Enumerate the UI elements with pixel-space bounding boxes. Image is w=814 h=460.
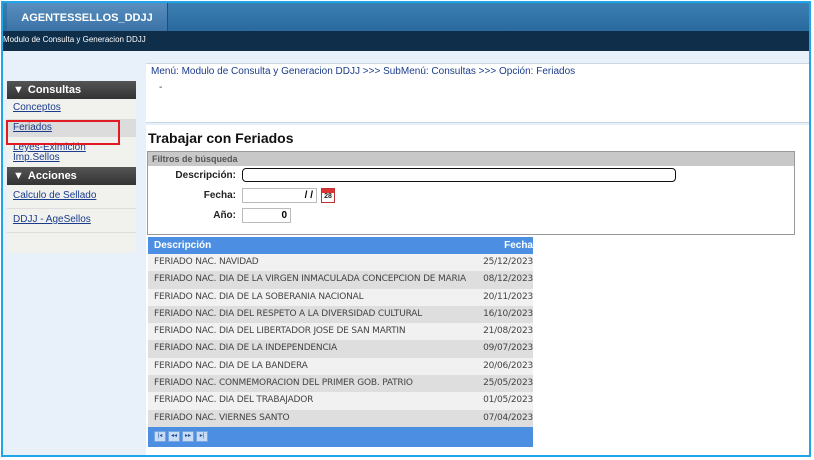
cell-descripcion: FERIADO NAC. DIA DE LA INDEPENDENCIA (154, 343, 337, 354)
next-page-icon[interactable]: ▸▸ (182, 431, 194, 443)
table-row[interactable]: FERIADO NAC. DIA DE LA INDEPENDENCIA 09/0… (148, 340, 533, 358)
cell-descripcion: FERIADO NAC. NAVIDAD (154, 257, 259, 267)
fecha-label: Fecha: (203, 190, 236, 201)
main-area: Menú: Modulo de Consulta y Generacion DD… (146, 63, 809, 455)
app-window: AGENTESSELLOS_DDJJ Modulo de Consulta y … (1, 1, 811, 457)
table-row[interactable]: FERIADO NAC. DIA DE LA BANDERA 20/06/2023 (148, 357, 533, 376)
cell-descripcion: FERIADO NAC. DIA DEL LIBERTADOR JOSE DE … (154, 326, 406, 337)
sidebar-section-title: Consultas (27, 83, 82, 96)
cell-descripcion: FERIADO NAC. DIA DE LA VIRGEN INMACULADA… (154, 274, 466, 285)
column-header-fecha[interactable]: Fecha (474, 237, 533, 254)
previous-page-icon[interactable]: ◂◂ (168, 431, 180, 443)
grid-pager: |◂ ◂◂ ▸▸ ▸| (148, 426, 533, 447)
cell-fecha: 21/08/2023 (483, 326, 533, 337)
sidebar-item-conceptos[interactable]: Conceptos (7, 99, 136, 117)
table-row[interactable]: FERIADO NAC. DIA DEL TRABAJADOR 01/05/202… (148, 392, 533, 410)
grid-header: Descripción Fecha (148, 237, 533, 254)
cell-fecha: 20/11/2023 (483, 291, 533, 302)
cell-fecha: 25/05/2023 (483, 378, 533, 389)
cell-fecha: 16/10/2023 (483, 308, 533, 319)
cell-fecha: 08/12/2023 (483, 274, 533, 285)
feriados-grid: Descripción Fecha FERIADO NAC. NAVIDAD 25… (148, 237, 533, 447)
page-title: Trabajar con Feriados (148, 130, 294, 146)
calendar-icon[interactable]: 28 (321, 188, 335, 203)
anio-label: Año: (213, 210, 236, 221)
cell-fecha: 07/04/2023 (483, 412, 533, 423)
filters-title: Filtros de búsqueda (148, 152, 794, 166)
table-row[interactable]: FERIADO NAC. NAVIDAD 25/12/2023 (148, 254, 533, 272)
cell-descripcion: FERIADO NAC. DIA DE LA BANDERA (154, 360, 308, 371)
cell-fecha: 25/12/2023 (483, 257, 533, 267)
triangle-down-icon: ▼ (13, 83, 24, 96)
cell-descripcion: FERIADO NAC. VIERNES SANTO (154, 412, 290, 423)
cell-descripcion: FERIADO NAC. DIA DEL RESPETO A LA DIVERS… (154, 308, 423, 319)
triangle-down-icon: ▼ (13, 169, 24, 182)
sidebar-section-consultas[interactable]: ▼ Consultas (7, 81, 136, 99)
sidebar: ▼ Consultas Conceptos Feriados Leyes-Exi… (7, 81, 136, 253)
table-row[interactable]: FERIADO NAC. DIA DEL RESPETO A LA DIVERS… (148, 305, 533, 324)
first-page-icon[interactable]: |◂ (154, 431, 166, 443)
cell-fecha: 20/06/2023 (483, 360, 533, 371)
table-row[interactable]: FERIADO NAC. DIA DEL LIBERTADOR JOSE DE … (148, 323, 533, 341)
table-row[interactable]: FERIADO NAC. VIERNES SANTO 07/04/2023 (148, 409, 533, 427)
content-panel: Trabajar con Feriados Filtros de búsqued… (146, 125, 809, 455)
last-page-icon[interactable]: ▸| (196, 431, 208, 443)
module-title: Modulo de Consulta y Generacion DDJJ (3, 35, 146, 44)
sidebar-item-calculo-sellado[interactable]: Calculo de Sellado (7, 185, 136, 209)
cell-descripcion: FERIADO NAC. DIA DEL TRABAJADOR (154, 395, 314, 406)
table-row[interactable]: FERIADO NAC. CONMEMORACION DEL PRIMER GO… (148, 375, 533, 393)
column-header-descripcion[interactable]: Descripción (148, 237, 474, 254)
table-row[interactable]: FERIADO NAC. DIA DE LA SOBERANIA NACIONA… (148, 288, 533, 306)
sidebar-section-acciones[interactable]: ▼ Acciones (7, 167, 136, 185)
fecha-input[interactable]: / / (242, 188, 317, 203)
table-row[interactable]: FERIADO NAC. DIA DE LA VIRGEN INMACULADA… (148, 271, 533, 289)
top-bar: AGENTESSELLOS_DDJJ (3, 3, 809, 31)
app-tab[interactable]: AGENTESSELLOS_DDJJ (7, 3, 168, 31)
anio-input[interactable]: 0 (242, 208, 291, 223)
cell-descripcion: FERIADO NAC. CONMEMORACION DEL PRIMER GO… (154, 378, 413, 389)
cell-fecha: 09/07/2023 (483, 343, 533, 354)
module-bar: Modulo de Consulta y Generacion DDJJ (3, 31, 809, 51)
cell-fecha: 01/05/2023 (483, 395, 533, 406)
cell-descripcion: FERIADO NAC. DIA DE LA SOBERANIA NACIONA… (154, 291, 364, 302)
sidebar-section-title: Acciones (27, 169, 77, 182)
filters-panel: Filtros de búsqueda Descripción: Fecha: … (147, 151, 795, 235)
sidebar-item-ddjj-agesellos[interactable]: DDJJ - AgeSellos (7, 209, 136, 233)
descripcion-label: Descripción: (175, 169, 236, 181)
breadcrumb-panel: Menú: Modulo de Consulta y Generacion DD… (146, 63, 809, 123)
grid-body: FERIADO NAC. NAVIDAD 25/12/2023 FERIADO NA… (148, 254, 533, 427)
selection-highlight (6, 120, 120, 145)
breadcrumb-extra: - (159, 82, 163, 93)
descripcion-input[interactable] (242, 168, 676, 182)
breadcrumb: Menú: Modulo de Consulta y Generacion DD… (151, 66, 576, 77)
